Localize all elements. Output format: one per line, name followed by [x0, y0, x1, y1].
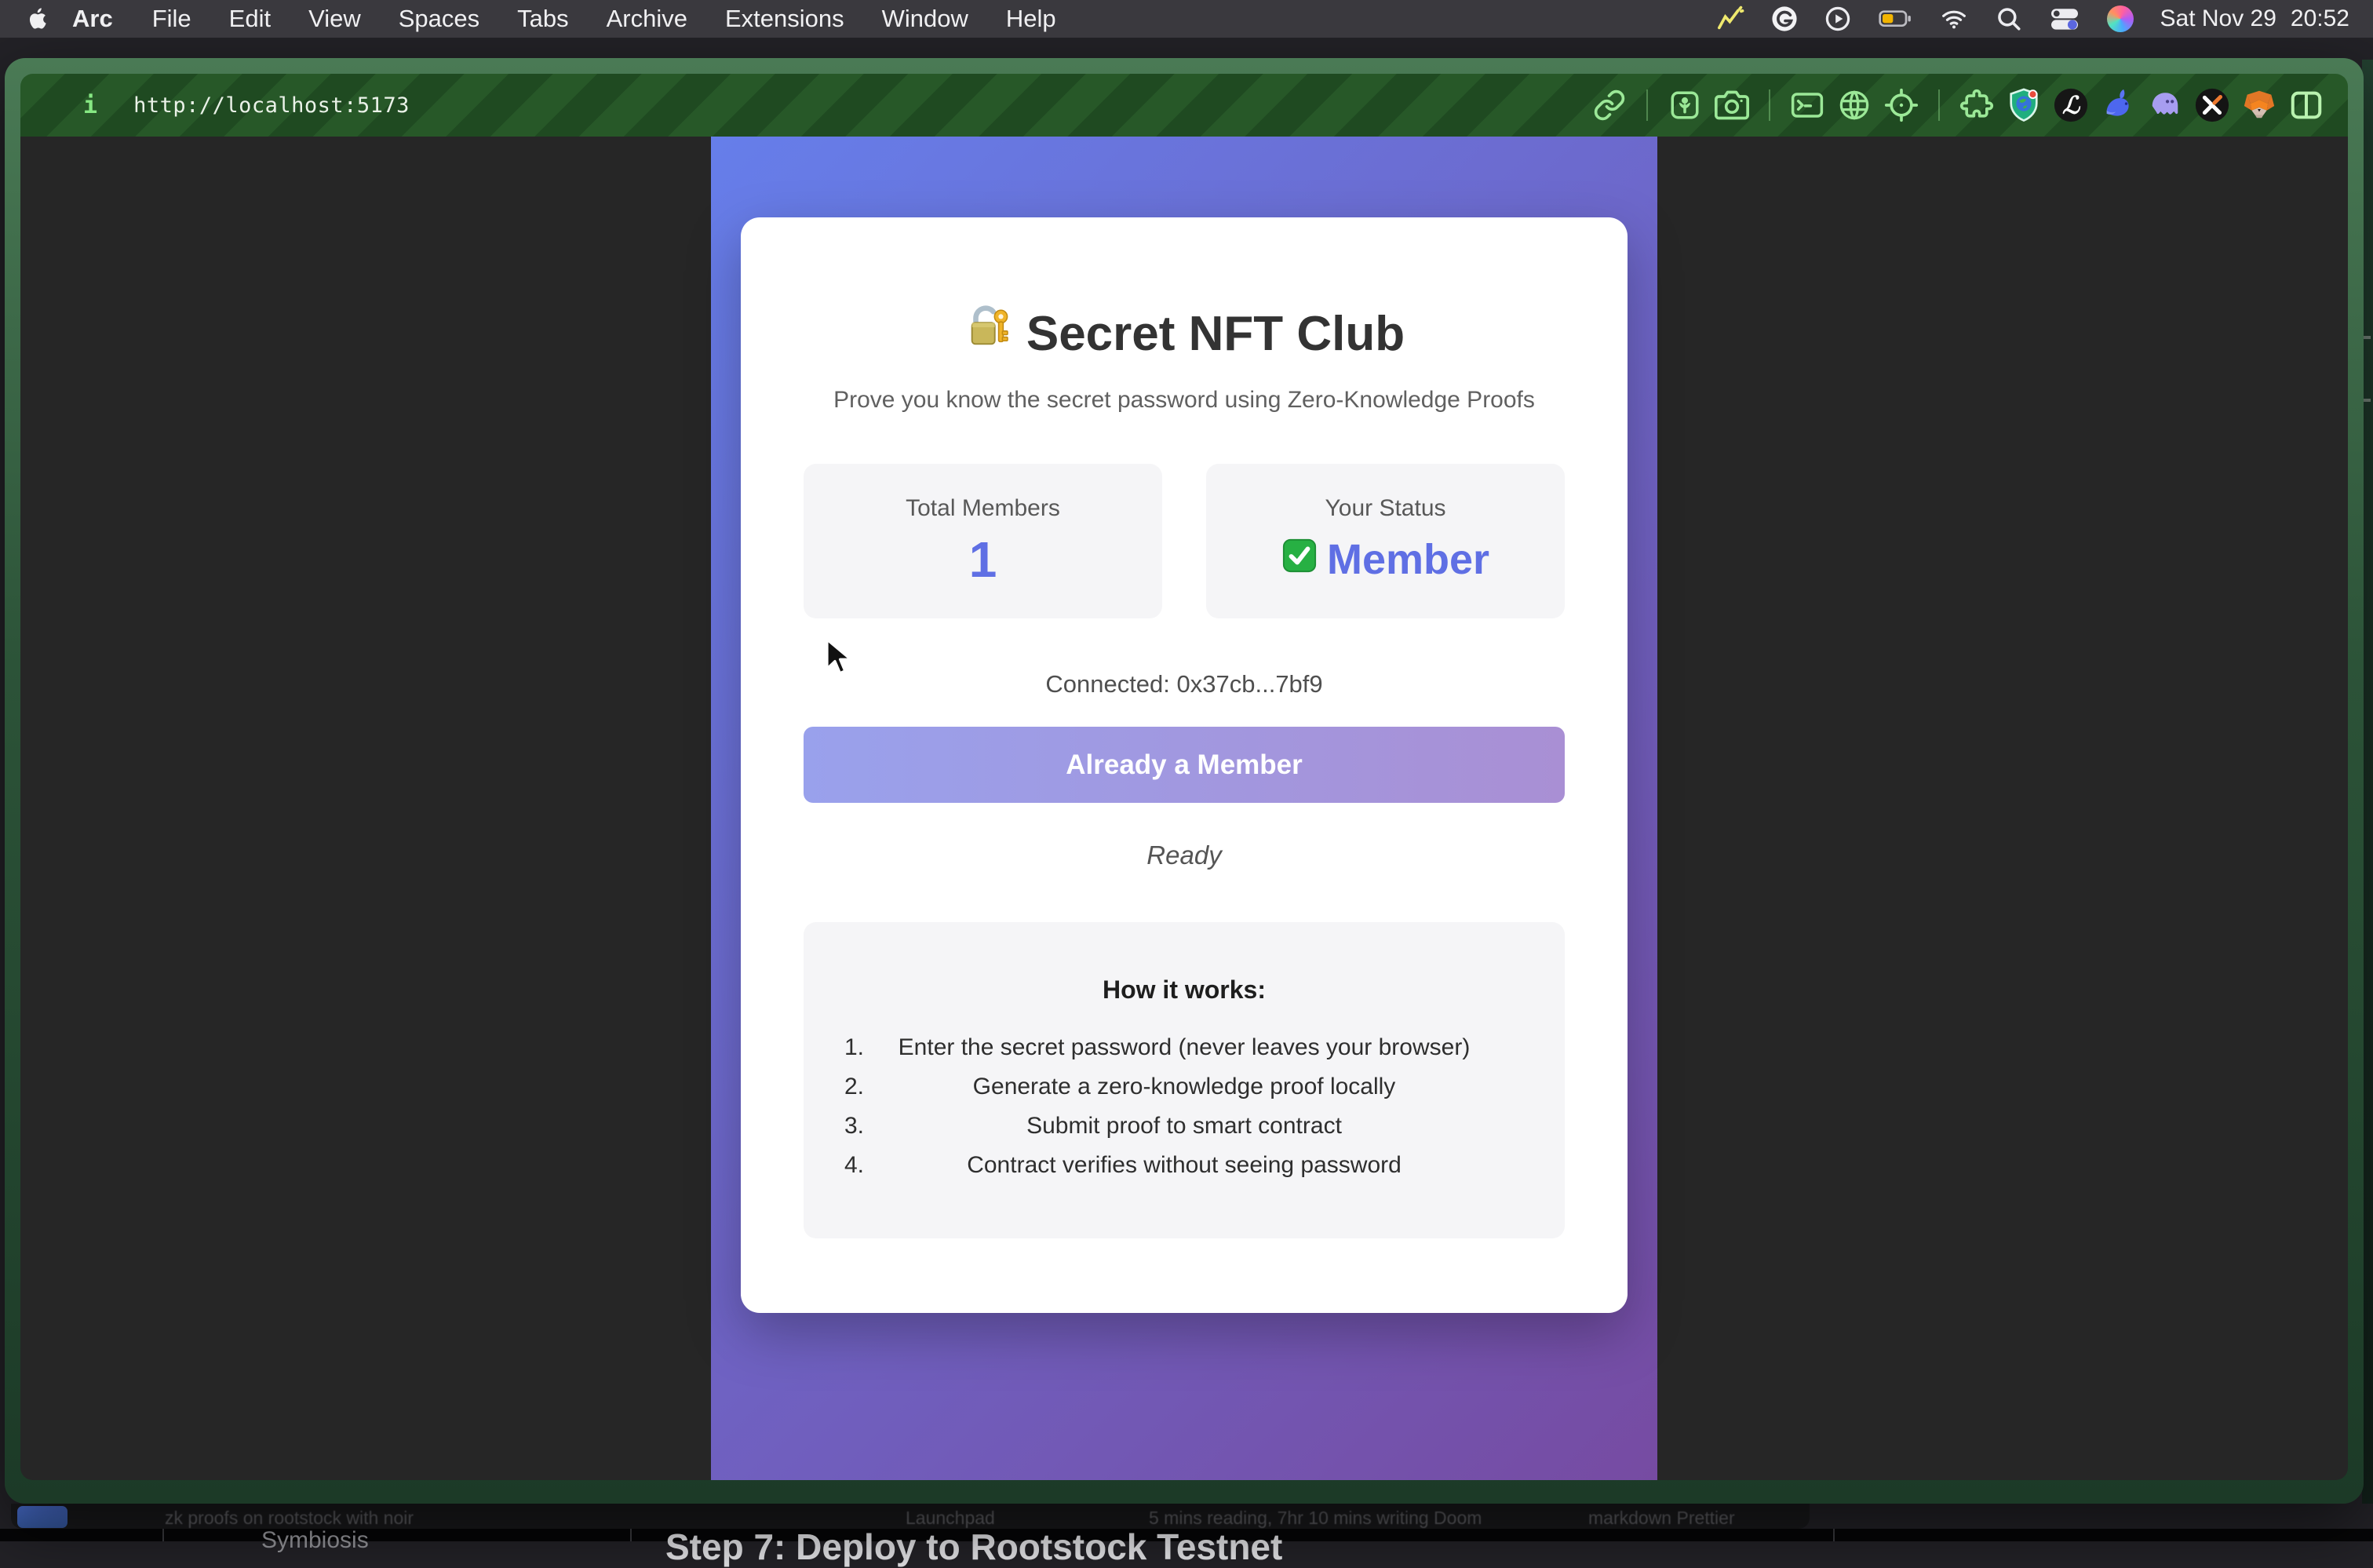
metamask-fox-icon[interactable] — [2241, 87, 2277, 123]
page-title: Secret NFT Club — [741, 302, 1628, 366]
background-window-tab[interactable] — [17, 1506, 67, 1528]
how-step: 4. Contract verifies without seeing pass… — [804, 1146, 1565, 1185]
stat-label: Your Status — [1206, 495, 1565, 522]
split-view-icon[interactable] — [2288, 87, 2324, 123]
menu-bar: Arc File Edit View Spaces Tabs Archive E… — [0, 0, 2373, 38]
apple-menu-icon[interactable] — [25, 5, 49, 32]
mouse-cursor — [826, 638, 860, 680]
menu-date: Sat Nov 29 — [2160, 5, 2276, 32]
rabbit-wallet-icon[interactable] — [2100, 87, 2136, 123]
stat-label: Total Members — [804, 495, 1162, 522]
total-members-card: Total Members 1 — [804, 464, 1162, 618]
page-title-text: Secret NFT Club — [1026, 303, 1405, 366]
control-center-icon[interactable] — [2049, 5, 2080, 32]
how-it-works-list: 1. Enter the secret password (never leav… — [804, 1028, 1565, 1185]
activity-chart-icon[interactable] — [1716, 5, 1744, 32]
menu-time: 20:52 — [2291, 5, 2349, 32]
spotlight-search-icon[interactable] — [1996, 5, 2022, 32]
how-step: 1. Enter the secret password (never leav… — [804, 1028, 1565, 1067]
check-mark-icon — [1281, 534, 1318, 585]
xverse-wallet-icon[interactable] — [2194, 87, 2230, 123]
background-window-edge — [2362, 60, 2373, 1504]
how-it-works-panel: How it works: 1. Enter the secret passwo… — [804, 922, 1565, 1238]
grammarly-icon[interactable] — [1771, 5, 1798, 32]
browser-toolbar: i http://localhost:5173 — [20, 74, 2348, 137]
menu-clock[interactable]: Sat Nov 29 20:52 — [2160, 5, 2350, 32]
deck-label: Symbiosis — [261, 1527, 369, 1554]
target-icon[interactable] — [1883, 87, 1919, 123]
script-l-extension-icon[interactable]: ℒ — [2053, 87, 2089, 123]
already-a-member-button[interactable]: Already a Member — [804, 727, 1565, 803]
your-status-card: Your Status Member — [1206, 464, 1565, 618]
menu-item-view[interactable]: View — [290, 5, 380, 33]
menu-item-edit[interactable]: Edit — [210, 5, 290, 33]
how-it-works-title: How it works: — [804, 922, 1565, 1005]
menu-item-tabs[interactable]: Tabs — [498, 5, 587, 33]
phantom-wallet-icon[interactable] — [2147, 87, 2183, 123]
site-info-icon[interactable]: i — [83, 92, 97, 119]
menu-item-spaces[interactable]: Spaces — [380, 5, 498, 33]
adguard-shield-icon[interactable] — [2006, 87, 2042, 123]
playback-icon[interactable] — [1824, 5, 1851, 32]
member-status-text: Member — [1327, 534, 1489, 585]
total-members-value: 1 — [804, 534, 1162, 585]
member-status-value: Member — [1206, 534, 1565, 585]
page-subtitle: Prove you know the secret password using… — [741, 387, 1628, 414]
menu-item-extensions[interactable]: Extensions — [706, 5, 863, 33]
secret-nft-club-card: Secret NFT Club Prove you know the secre… — [741, 217, 1628, 1313]
media-capture-icon[interactable] — [1667, 87, 1703, 123]
background-faint-text: markdown Prettier — [1588, 1508, 1735, 1529]
menu-item-help[interactable]: Help — [987, 5, 1075, 33]
screenshot-camera-icon[interactable] — [1714, 87, 1750, 123]
menu-item-file[interactable]: File — [133, 5, 210, 33]
battery-icon[interactable] — [1878, 6, 1912, 31]
how-step: 3. Submit proof to smart contract — [804, 1107, 1565, 1146]
siri-icon[interactable] — [2107, 5, 2134, 32]
connected-address: Connected: 0x37cb...7bf9 — [741, 670, 1628, 698]
deck-title: Step 7: Deploy to Rootstock Testnet — [665, 1526, 1282, 1568]
background-deck-strip: Symbiosis Step 7: Deploy to Rootstock Te… — [0, 1529, 2373, 1541]
menu-item-window[interactable]: Window — [863, 5, 987, 33]
menu-item-archive[interactable]: Archive — [588, 5, 706, 33]
locked-with-key-icon — [964, 302, 1012, 366]
extensions-puzzle-icon[interactable] — [1959, 87, 1995, 123]
stats-row: Total Members 1 Your Status Member — [804, 464, 1565, 618]
copy-link-icon[interactable] — [1591, 87, 1628, 123]
wifi-icon[interactable] — [1939, 6, 1969, 31]
svg-text:ℒ: ℒ — [2062, 92, 2081, 120]
globe-icon[interactable] — [1836, 87, 1872, 123]
background-tab-title: zk proofs on rootstock with noir — [165, 1508, 414, 1529]
page-viewport: Secret NFT Club Prove you know the secre… — [20, 137, 2348, 1480]
how-step: 2. Generate a zero-knowledge proof local… — [804, 1067, 1565, 1107]
arc-browser-window: i http://localhost:5173 — [5, 58, 2364, 1504]
status-text: Ready — [741, 841, 1628, 870]
terminal-icon[interactable] — [1789, 87, 1825, 123]
menu-item-arc[interactable]: Arc — [49, 5, 133, 33]
url-field[interactable]: http://localhost:5173 — [133, 93, 410, 118]
